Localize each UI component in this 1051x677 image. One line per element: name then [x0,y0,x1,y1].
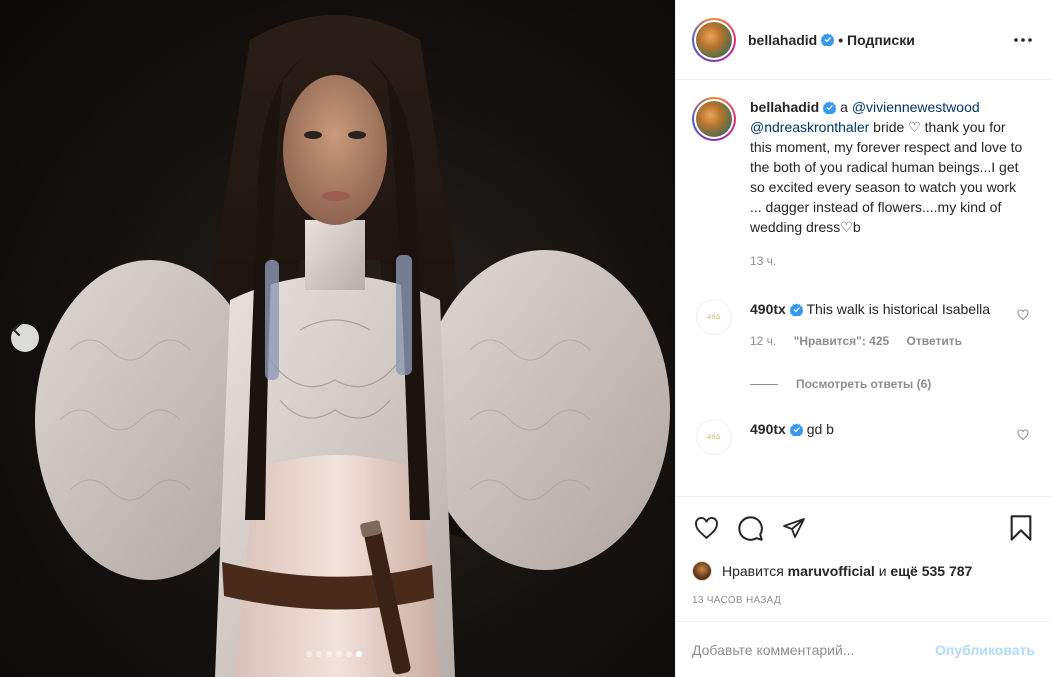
save-button[interactable] [1007,514,1035,542]
verified-badge-icon [823,101,837,114]
bookmark-icon [1010,515,1032,541]
caption-author-avatar[interactable] [692,97,736,141]
caption-prefix: a [840,99,848,115]
commenter-username[interactable]: 490tx [750,301,786,317]
comment-input[interactable] [692,641,936,658]
likes-prefix: Нравится [722,563,784,579]
chevron-left-icon [13,324,20,336]
carousel-dot [346,651,352,657]
like-comment-heart-icon[interactable] [1017,429,1029,441]
view-replies-label: Посмотреть ответы (6) [796,377,932,391]
comment-item: 49Δ 490tx This walk is historical Isabel… [692,299,1035,351]
commenter-username[interactable]: 490tx [750,421,786,437]
post-photo [35,15,670,677]
more-dots-icon [1014,37,1032,42]
share-button[interactable] [780,514,808,542]
like-comment-heart-icon[interactable] [1017,309,1029,321]
author-username[interactable]: bellahadid [748,32,817,48]
comment-text: gd b [806,421,834,437]
verified-badge-icon [789,303,803,316]
verified-badge-icon [789,423,803,436]
carousel-dot [326,651,332,657]
carousel-dot [316,651,322,657]
more-options-button[interactable] [1011,28,1035,52]
add-comment-bar: Опубликовать [676,621,1051,677]
liker-username[interactable]: maruvofficial [788,563,875,579]
author-avatar[interactable] [692,17,736,62]
comment-bubble-icon [737,515,763,541]
heart-icon [694,516,718,539]
commenter-avatar[interactable]: 49Δ [696,299,732,335]
comment-text: This walk is historical Isabella [806,301,991,317]
post-media[interactable] [0,0,675,677]
carousel-dot [336,651,342,657]
caption-text: bride ♡ thank you for this moment, my fo… [750,119,1023,235]
comment-item: 49Δ 490tx gd b [692,419,1035,455]
likes-summary: Нравится maruvofficial и ещё 535 787 [692,561,1035,581]
caption-time[interactable]: 13 ч. [750,251,1030,271]
commenter-avatar[interactable]: 49Δ [696,419,732,455]
mention-link[interactable]: @ndreaskronthaler [750,119,869,135]
post-caption: bellahadid a @viviennewestwood @ndreaskr… [692,97,1035,271]
likes-joiner: и [878,563,887,579]
caption-username[interactable]: bellahadid [750,99,819,115]
previous-slide-button[interactable] [11,324,39,352]
liker-avatar[interactable] [692,561,712,581]
comments-section[interactable]: bellahadid a @viviennewestwood @ndreaskr… [676,81,1051,495]
likes-count[interactable]: ещё 535 787 [890,563,972,579]
comment-time[interactable]: 12 ч. [750,334,776,348]
post-side-panel: bellahadid • Подписки bellahadid a @vivi… [675,0,1051,677]
view-replies-button[interactable]: Посмотреть ответы (6) [750,377,1035,391]
carousel-dot [306,651,312,657]
publish-button[interactable]: Опубликовать [935,642,1035,658]
post-timestamp[interactable]: 13 ЧАСОВ НАЗАД [692,595,1035,606]
post-actions: Нравится maruvofficial и ещё 535 787 13 … [676,496,1051,606]
verified-badge-icon [821,33,835,46]
follow-status[interactable]: • Подписки [838,32,915,48]
carousel-indicator [306,651,362,657]
reply-button[interactable]: Ответить [907,334,962,348]
comment-likes-count[interactable]: "Нравится": 425 [794,334,890,348]
post-header: bellahadid • Подписки [676,0,1051,80]
paper-plane-icon [783,518,805,538]
like-button[interactable] [692,514,720,542]
comment-button[interactable] [736,514,764,542]
carousel-dot [356,651,362,657]
mention-link[interactable]: @viviennewestwood [852,99,980,115]
